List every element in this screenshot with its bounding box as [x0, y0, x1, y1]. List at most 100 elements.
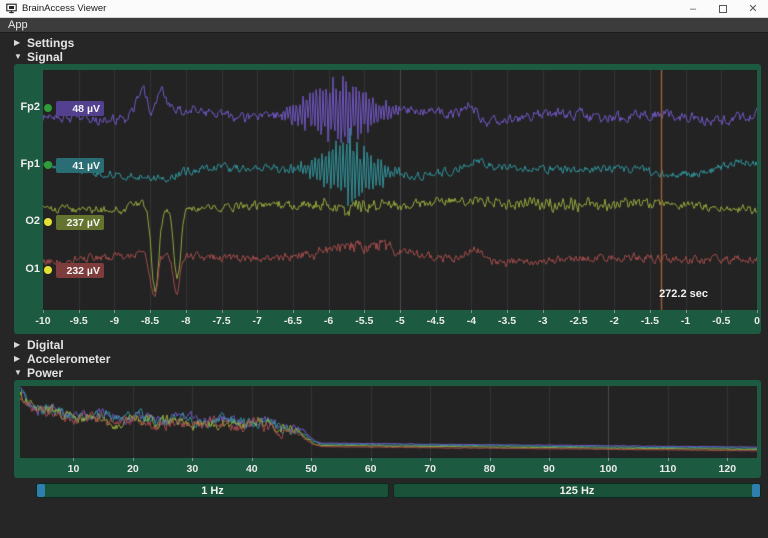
section-label: Power — [27, 366, 63, 380]
amplitude-badge: 41 µV — [56, 158, 104, 173]
section-header-signal[interactable]: ▼ Signal — [14, 50, 63, 63]
expand-arrow-icon: ▶ — [14, 38, 27, 47]
window-title: BrainAccess Viewer — [22, 3, 106, 14]
freq-tick-label: 20 — [127, 463, 139, 475]
axis-tick — [371, 458, 372, 461]
section-label: Digital — [27, 338, 64, 352]
slider-handle[interactable] — [752, 484, 760, 497]
axis-tick — [668, 458, 669, 461]
axis-tick — [549, 458, 550, 461]
collapse-arrow-icon: ▼ — [14, 52, 27, 61]
lowcut-value-label: 1 Hz — [37, 485, 388, 497]
maximize-button[interactable] — [708, 0, 738, 17]
axis-tick — [257, 310, 258, 313]
section-label: Accelerometer — [27, 352, 110, 366]
time-tick-label: -9 — [110, 315, 119, 327]
titlebar[interactable]: BrainAccess Viewer – ✕ — [0, 0, 768, 18]
amplitude-badge: 48 µV — [56, 101, 104, 116]
axis-tick — [757, 310, 758, 313]
impedance-dot — [44, 218, 52, 226]
axis-tick — [471, 310, 472, 313]
amplitude-badge: 237 µV — [56, 215, 104, 230]
expand-arrow-icon: ▶ — [14, 340, 27, 349]
axis-tick — [364, 310, 365, 313]
section-label: Settings — [27, 36, 74, 50]
axis-tick — [686, 310, 687, 313]
section-header-accelerometer[interactable]: ▶ Accelerometer — [14, 352, 110, 365]
app-window: BrainAccess Viewer – ✕ App ▶ Settings ▼ … — [0, 0, 768, 538]
time-tick-label: -1.5 — [641, 315, 659, 327]
freq-tick-label: 40 — [246, 463, 258, 475]
time-tick-label: 0 — [754, 315, 760, 327]
time-tick-label: -6.5 — [284, 315, 302, 327]
axis-tick — [43, 310, 44, 313]
channel-label: O1 — [14, 263, 40, 275]
axis-tick — [727, 458, 728, 461]
signal-plot-panel: 272.2 sec -10-9.5-9-8.5-8-7.5-7-6.5-6-5.… — [14, 64, 761, 334]
freq-tick-label: 80 — [484, 463, 496, 475]
power-spectrum-canvas[interactable] — [20, 386, 757, 458]
amplitude-badge: 232 µV — [56, 263, 104, 278]
freq-tick-label: 10 — [68, 463, 80, 475]
time-tick-label: -4 — [467, 315, 476, 327]
freq-tick-label: 30 — [187, 463, 199, 475]
section-header-power[interactable]: ▼ Power — [14, 366, 63, 379]
signal-traces-canvas[interactable] — [43, 70, 757, 310]
menu-app[interactable]: App — [0, 19, 36, 31]
axis-tick — [650, 310, 651, 313]
freq-tick-label: 70 — [424, 463, 436, 475]
channel-label: Fp1 — [14, 158, 40, 170]
time-tick-label: -6 — [324, 315, 333, 327]
elapsed-time-label: 272.2 sec — [659, 288, 708, 300]
time-tick-label: -10 — [35, 315, 50, 327]
freq-tick-label: 60 — [365, 463, 377, 475]
axis-tick — [608, 458, 609, 461]
time-tick-label: -8.5 — [141, 315, 159, 327]
minimize-button[interactable]: – — [678, 0, 708, 17]
impedance-dot — [44, 266, 52, 274]
time-tick-label: -3.5 — [498, 315, 516, 327]
axis-tick — [490, 458, 491, 461]
axis-tick — [114, 310, 115, 313]
freq-tick-label: 50 — [305, 463, 317, 475]
axis-tick — [400, 310, 401, 313]
time-tick-label: -9.5 — [70, 315, 88, 327]
slider-handle[interactable] — [37, 484, 45, 497]
lowcut-frequency-slider[interactable]: 1 Hz — [36, 483, 389, 498]
axis-tick — [192, 458, 193, 461]
section-header-digital[interactable]: ▶ Digital — [14, 338, 64, 351]
time-tick-label: -7 — [253, 315, 262, 327]
axis-tick — [186, 310, 187, 313]
signal-plot-area[interactable]: 272.2 sec — [43, 70, 757, 310]
channel-label: Fp2 — [14, 101, 40, 113]
app-icon — [6, 3, 17, 14]
time-tick-label: -0.5 — [712, 315, 730, 327]
axis-tick — [79, 310, 80, 313]
collapse-arrow-icon: ▼ — [14, 368, 27, 377]
time-tick-label: -2.5 — [569, 315, 587, 327]
highcut-value-label: 125 Hz — [394, 485, 760, 497]
axis-tick — [507, 310, 508, 313]
axis-tick — [721, 310, 722, 313]
time-tick-label: -5.5 — [355, 315, 373, 327]
axis-tick — [430, 458, 431, 461]
axis-tick — [543, 310, 544, 313]
expand-arrow-icon: ▶ — [14, 354, 27, 363]
axis-tick — [73, 458, 74, 461]
axis-tick — [293, 310, 294, 313]
time-tick-label: -1 — [681, 315, 690, 327]
power-plot-area[interactable] — [20, 386, 757, 458]
freq-tick-label: 90 — [543, 463, 555, 475]
time-tick-label: -2 — [610, 315, 619, 327]
signal-time-axis: -10-9.5-9-8.5-8-7.5-7-6.5-6-5.5-5-4.5-4-… — [14, 310, 761, 334]
close-button[interactable]: ✕ — [738, 0, 768, 17]
highcut-frequency-slider[interactable]: 125 Hz — [393, 483, 761, 498]
section-header-settings[interactable]: ▶ Settings — [14, 36, 74, 49]
impedance-dot — [44, 161, 52, 169]
power-frequency-axis: 10 20 30 40 50 60 70 80 90 100 110 120 — [14, 458, 761, 478]
axis-tick — [579, 310, 580, 313]
impedance-dot — [44, 104, 52, 112]
freq-tick-label: 100 — [600, 463, 618, 475]
freq-tick-label: 120 — [719, 463, 737, 475]
freq-tick-label: 110 — [659, 463, 676, 475]
